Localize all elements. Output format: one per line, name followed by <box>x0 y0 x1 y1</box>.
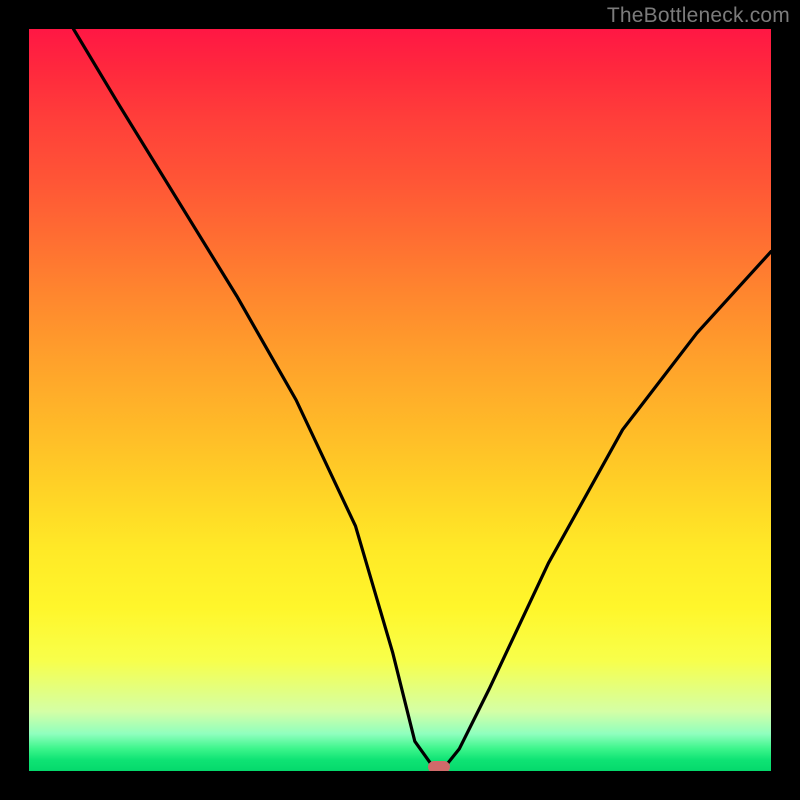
watermark-text: TheBottleneck.com <box>607 4 790 28</box>
chart-frame: TheBottleneck.com <box>0 0 800 800</box>
plot-area <box>29 29 771 771</box>
curve-svg <box>29 29 771 771</box>
optimal-marker <box>428 761 450 771</box>
bottleneck-curve <box>74 29 772 767</box>
